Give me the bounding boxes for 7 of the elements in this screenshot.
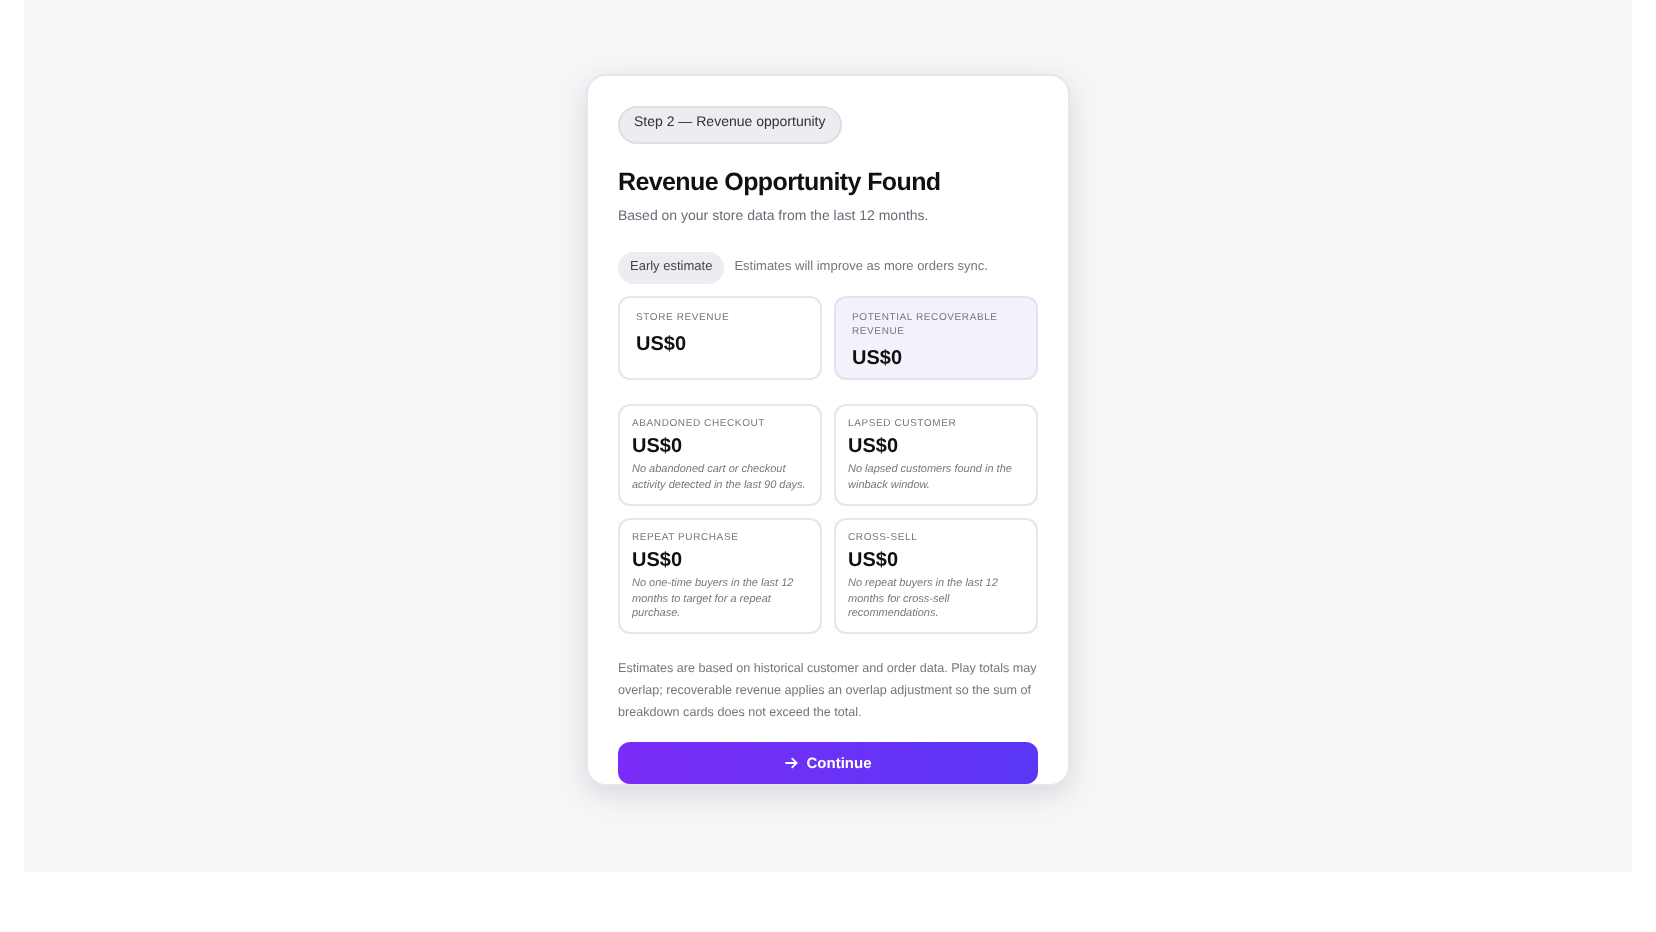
page-title: Revenue Opportunity Found xyxy=(618,165,943,200)
card-value: US$0 xyxy=(632,436,685,460)
card-value: US$0 xyxy=(852,345,905,373)
card-value: US$0 xyxy=(848,550,901,574)
card-value: US$0 xyxy=(632,550,685,574)
card-value: US$0 xyxy=(636,331,689,359)
card-value: US$0 xyxy=(848,436,901,460)
